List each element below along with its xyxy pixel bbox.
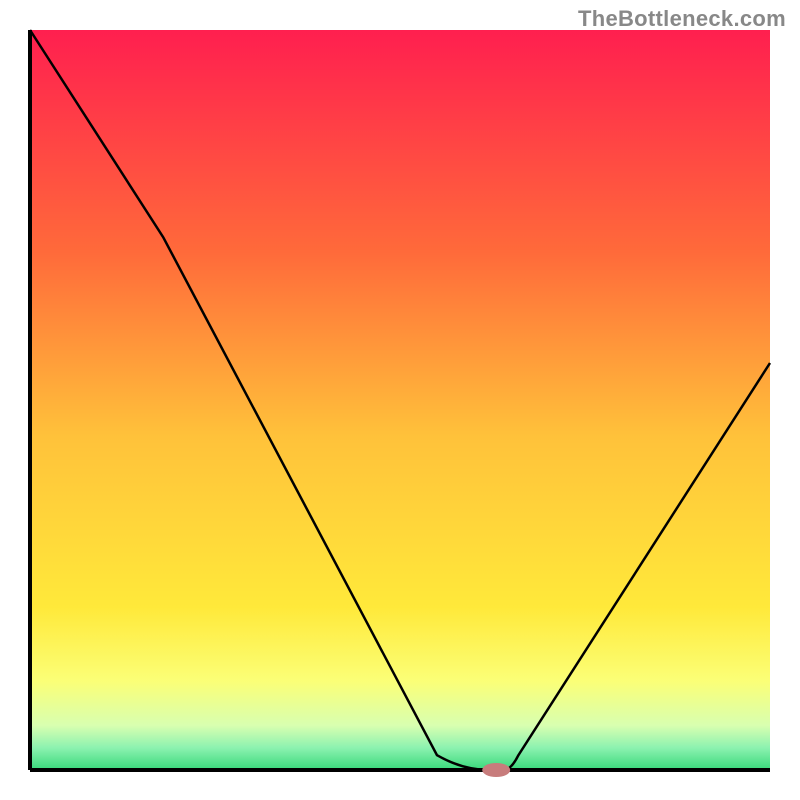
gradient-background (30, 30, 770, 770)
bottleneck-chart (0, 0, 800, 800)
chart-container: TheBottleneck.com (0, 0, 800, 800)
optimal-marker (482, 763, 510, 777)
